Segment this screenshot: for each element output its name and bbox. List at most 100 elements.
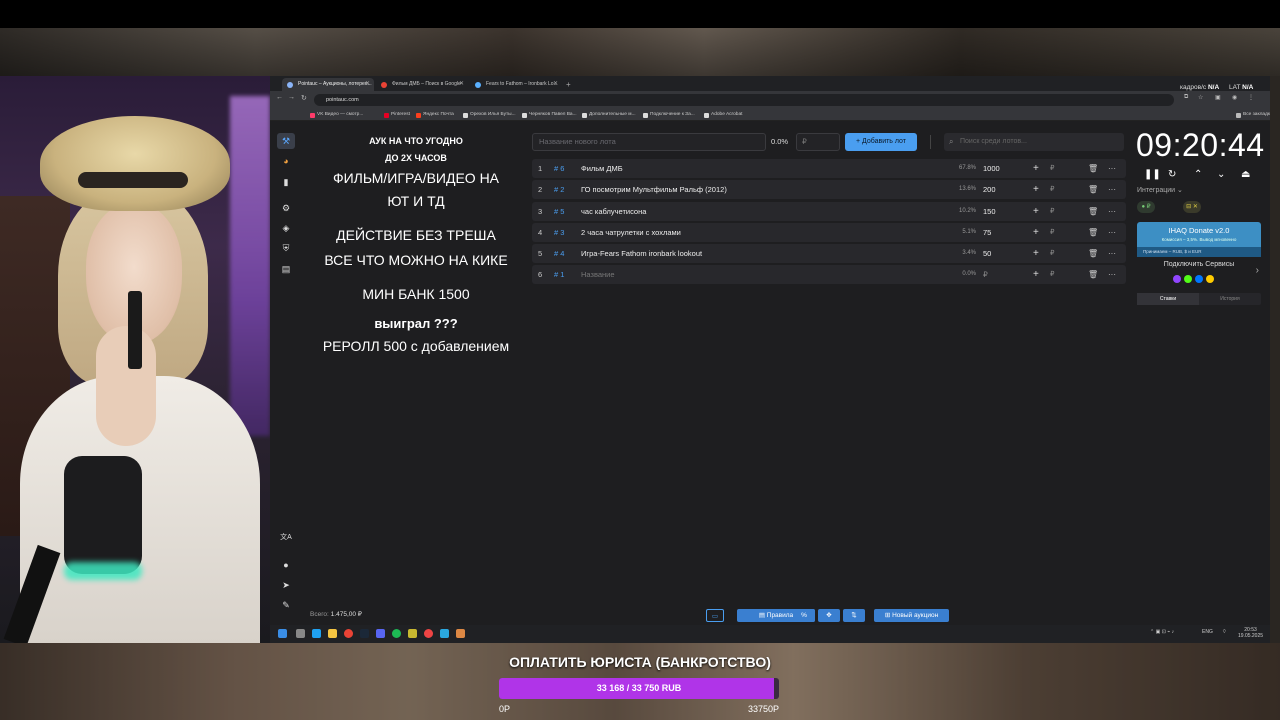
wheel-icon[interactable]: ◕: [277, 153, 295, 169]
bookmark[interactable]: Дополнительные м...: [582, 110, 636, 120]
lot-amount[interactable]: 50: [983, 244, 991, 263]
start-icon[interactable]: [278, 629, 287, 638]
steam-icon[interactable]: [360, 629, 369, 638]
more-icon[interactable]: ···: [1108, 244, 1116, 263]
bid-amount-input[interactable]: ₽: [1050, 265, 1054, 284]
delete-icon[interactable]: 🗑: [1088, 244, 1098, 263]
add-bid-icon[interactable]: +: [1033, 159, 1039, 178]
language-indicator[interactable]: ENG: [1202, 629, 1213, 635]
delete-icon[interactable]: 🗑: [1088, 202, 1098, 221]
bookmark[interactable]: Подключение к За...: [643, 110, 695, 120]
add-bid-icon[interactable]: +: [1033, 265, 1039, 284]
github-icon[interactable]: ●: [277, 557, 295, 573]
hammer-icon[interactable]: ⚒: [277, 133, 295, 149]
telegram-icon[interactable]: ➤: [277, 577, 295, 593]
close-icon[interactable]: ✕: [365, 78, 370, 91]
timer-up-icon[interactable]: ⌃: [1194, 169, 1202, 180]
lot-name[interactable]: Фильм ДМБ: [581, 159, 623, 178]
donate-service-banner[interactable]: IHAQ Donate v2.0 Комиссия – 3,5%. Вывод …: [1137, 222, 1261, 257]
bid-amount-input[interactable]: ₽: [1050, 244, 1054, 263]
tab-history[interactable]: История: [1199, 293, 1261, 305]
bookmark[interactable]: Черняков Павел Ва...: [522, 110, 577, 120]
explorer-icon[interactable]: [328, 629, 337, 638]
spotify-icon[interactable]: [392, 629, 401, 638]
stats-icon[interactable]: ▮: [277, 174, 295, 190]
new-tab-icon[interactable]: +: [566, 78, 571, 91]
delete-icon[interactable]: 🗑: [1088, 159, 1098, 178]
new-lot-input[interactable]: Название нового лота: [532, 133, 766, 151]
menu-icon[interactable]: ⋮: [1248, 94, 1254, 101]
pause-icon[interactable]: ❚❚: [1144, 169, 1161, 180]
layers-icon[interactable]: ◈: [277, 220, 295, 236]
bookmark[interactable]: Adobe Acrobat: [704, 110, 742, 120]
lot-search-input[interactable]: ⌕ Поиск среди лотов...: [944, 133, 1124, 151]
profile-icon[interactable]: ◉: [1232, 94, 1237, 101]
add-bid-icon[interactable]: +: [1033, 202, 1039, 221]
lot-name-input[interactable]: Название: [581, 265, 615, 284]
app-icon[interactable]: [456, 629, 465, 638]
wifi-icon[interactable]: ⌔: [1222, 629, 1227, 635]
bookmark[interactable]: Все закладки: [1236, 110, 1270, 120]
back-icon[interactable]: ←: [276, 94, 283, 101]
more-icon[interactable]: ···: [1108, 202, 1116, 221]
add-lot-button[interactable]: + Добавить лот: [845, 133, 917, 151]
tray-icons[interactable]: ⌃ ▣ ⊡ ⌁ ♪: [1150, 629, 1174, 635]
bid-amount-input[interactable]: ₽: [1050, 180, 1054, 199]
add-bid-icon[interactable]: +: [1033, 244, 1039, 263]
lot-name[interactable]: час каблучетисона: [581, 202, 646, 221]
lot-row[interactable]: 5 # 4 Игра-Fears Fathom ironbark lookout…: [532, 244, 1126, 264]
bookmark[interactable]: VK Видео — смотр...: [310, 110, 363, 120]
browser-tab[interactable]: Fears to Fathom – Ironbark Lo... ✕: [470, 78, 562, 91]
translate-icon[interactable]: ⧉: [1184, 94, 1188, 101]
more-icon[interactable]: ···: [1108, 159, 1116, 178]
gear-icon[interactable]: ⚙: [277, 200, 295, 216]
bookmark[interactable]: Яндекс Почта: [416, 110, 454, 120]
delete-icon[interactable]: 🗑: [1088, 223, 1098, 242]
discord-icon[interactable]: [376, 629, 385, 638]
star-icon[interactable]: ☆: [1198, 94, 1203, 101]
translate-icon[interactable]: 文A: [277, 530, 295, 546]
lot-name[interactable]: Игра-Fears Fathom ironbark lookout: [581, 244, 702, 263]
lot-row[interactable]: 2 # 2 ГО посмотрим Мультфильм Ральф (201…: [532, 180, 1126, 200]
telegram-icon[interactable]: [440, 629, 449, 638]
lot-amount[interactable]: 150: [983, 202, 996, 221]
new-lot-amount-input[interactable]: ₽: [796, 133, 840, 151]
move-icon[interactable]: ✥: [818, 609, 840, 622]
browser-tab[interactable]: Pointauc – Аукционы, лотерея... ✕: [282, 78, 374, 91]
close-icon[interactable]: ✕: [459, 78, 464, 91]
timer-top-icon[interactable]: ⏏: [1241, 169, 1250, 180]
reload-icon[interactable]: ↻: [301, 94, 307, 102]
lot-row[interactable]: 6 # 1 Название 0.0% ₽ + ₽ 🗑 ···: [532, 265, 1126, 285]
lot-amount-input[interactable]: ₽: [983, 265, 988, 284]
edge-icon[interactable]: [312, 629, 321, 638]
add-bid-icon[interactable]: +: [1033, 180, 1039, 199]
bid-amount-input[interactable]: ₽: [1050, 223, 1054, 242]
lot-amount[interactable]: 1000: [983, 159, 1000, 178]
sort-icon[interactable]: ⇅: [843, 609, 865, 622]
delete-icon[interactable]: 🗑: [1088, 180, 1098, 199]
browser-tab[interactable]: Фильм ДМБ – Поиск в Google ✕: [376, 78, 468, 91]
compact-view-button[interactable]: ▭: [706, 609, 724, 622]
lot-row[interactable]: 3 # 5 час каблучетисона 10.2% 150 + ₽ 🗑 …: [532, 201, 1126, 221]
lot-name[interactable]: 2 часа чатрулетки с хохлами: [581, 223, 681, 242]
new-auction-button[interactable]: ⊞ Новый аукцион: [874, 609, 949, 622]
more-icon[interactable]: ···: [1108, 223, 1116, 242]
twitch-switch[interactable]: ⊟ ✕: [1183, 201, 1201, 213]
shield-icon[interactable]: ⛨: [277, 240, 295, 256]
history-icon[interactable]: ▤: [277, 261, 295, 277]
delete-icon[interactable]: 🗑: [1088, 265, 1098, 284]
clock[interactable]: 20:53 19.05.2025: [1238, 627, 1263, 639]
percent-toggle-icon[interactable]: %: [793, 609, 815, 622]
lot-amount[interactable]: 200: [983, 180, 996, 199]
bookmark[interactable]: Орехов Илья Буты...: [463, 110, 516, 120]
lot-name[interactable]: ГО посмотрим Мультфильм Ральф (2012): [581, 180, 727, 199]
timer-down-icon[interactable]: ⌄: [1217, 169, 1225, 180]
lot-amount[interactable]: 75: [983, 223, 991, 242]
more-icon[interactable]: ···: [1108, 180, 1116, 199]
lot-row[interactable]: 1 # 6 Фильм ДМБ 67.8% 1000 + ₽ 🗑 ···: [532, 159, 1126, 178]
add-bid-icon[interactable]: +: [1033, 223, 1039, 242]
url-field[interactable]: pointauc.com: [314, 94, 1174, 106]
forward-icon[interactable]: →: [288, 94, 295, 101]
connect-services-button[interactable]: Подключить Сервисы ›: [1137, 261, 1261, 287]
extensions-icon[interactable]: ▣: [1215, 94, 1221, 101]
